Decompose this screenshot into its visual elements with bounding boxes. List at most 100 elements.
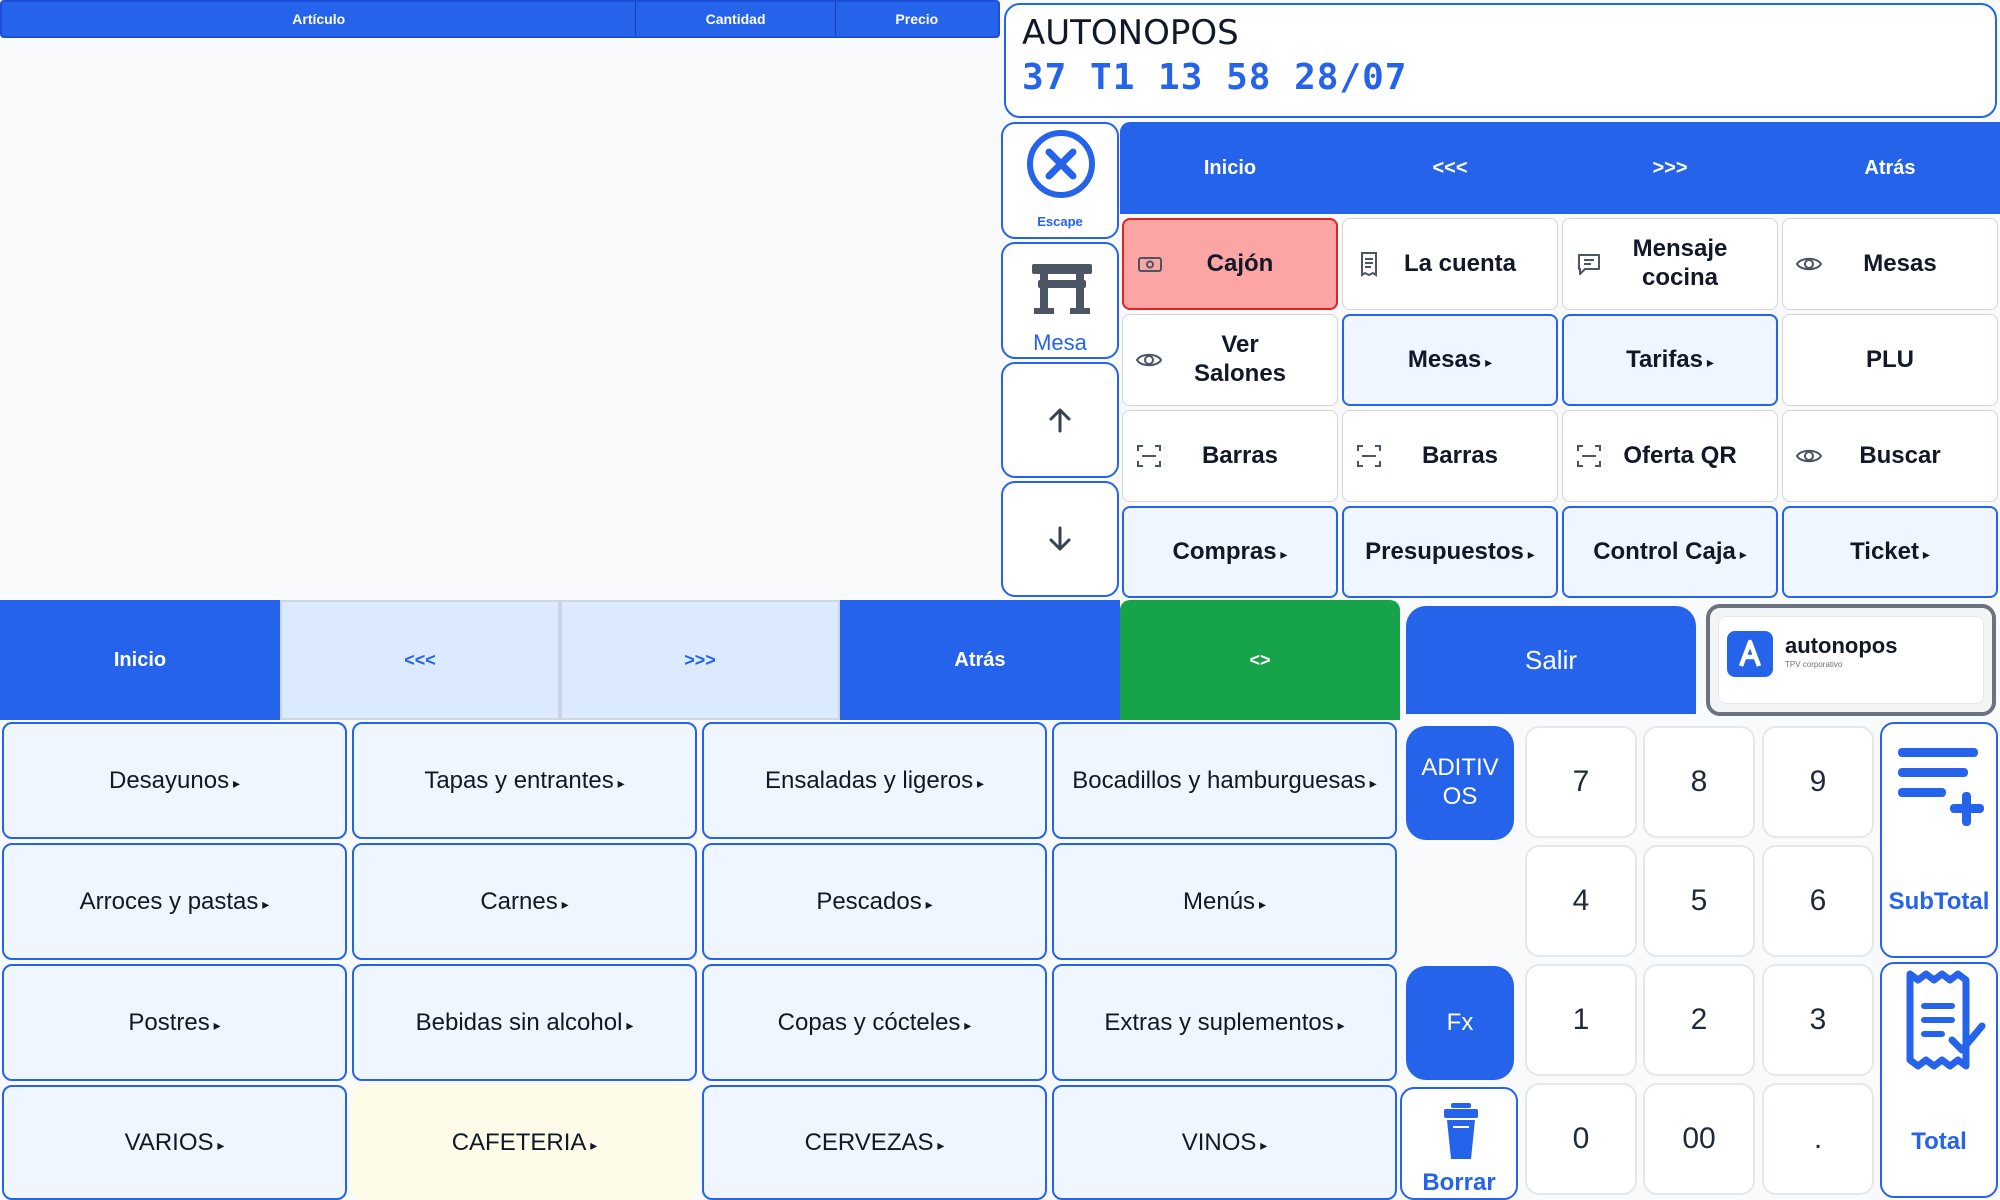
tarifas-submenu-button[interactable]: Tarifas — [1562, 314, 1778, 406]
table-icon — [1032, 264, 1092, 314]
order-table[interactable]: Artículo Cantidad Precio — [0, 0, 1000, 600]
escape-label: Escape — [1037, 214, 1083, 229]
oferta-qr-button[interactable]: Oferta QR — [1562, 410, 1778, 502]
borrar-button[interactable]: Borrar — [1400, 1087, 1518, 1200]
arrow-down-icon — [1049, 526, 1071, 551]
key-4[interactable]: 4 — [1525, 845, 1637, 957]
salir-button[interactable]: Salir — [1406, 606, 1696, 714]
nav-atras-button[interactable]: Atrás — [1780, 122, 2000, 214]
plu-button[interactable]: PLU — [1782, 314, 1998, 406]
escape-button[interactable]: Escape — [1001, 122, 1119, 239]
category-label: VARIOS — [125, 1129, 225, 1157]
key-9[interactable]: 9 — [1762, 726, 1874, 838]
nav-inicio-button[interactable]: Inicio — [1120, 122, 1340, 214]
key-1[interactable]: 1 — [1525, 964, 1637, 1076]
key-00[interactable]: 00 — [1643, 1083, 1755, 1195]
category-postres[interactable]: Postres — [2, 964, 347, 1081]
compras-submenu-button[interactable]: Compras — [1122, 506, 1338, 598]
category-menus[interactable]: Menús — [1052, 843, 1397, 960]
column-header-cantidad: Cantidad — [636, 2, 836, 36]
category-ensaladas[interactable]: Ensaladas y ligeros — [702, 722, 1047, 839]
key-2[interactable]: 2 — [1643, 964, 1755, 1076]
key-3[interactable]: 3 — [1762, 964, 1874, 1076]
category-label: Arroces y pastas — [80, 888, 270, 916]
category-pescados[interactable]: Pescados — [702, 843, 1047, 960]
barras-button-1[interactable]: Barras — [1122, 410, 1338, 502]
category-desayunos[interactable]: Desayunos — [2, 722, 347, 839]
mesa-label: Mesa — [1033, 330, 1087, 355]
category-label: Carnes — [480, 888, 568, 916]
category-label: CERVEZAS — [805, 1129, 945, 1157]
barcode-scan-icon — [1357, 445, 1381, 467]
mensaje-cocina-button[interactable]: Mensaje cocina — [1562, 218, 1778, 310]
subtotal-label: SubTotal — [1888, 888, 1990, 915]
tarifas-submenu-label: Tarifas — [1626, 346, 1714, 375]
nav-prev-button[interactable]: <<< — [1340, 122, 1560, 214]
category-arroces[interactable]: Arroces y pastas — [2, 843, 347, 960]
key-7[interactable]: 7 — [1525, 726, 1637, 838]
category-cafeteria[interactable]: CAFETERIA — [352, 1085, 697, 1200]
cat-nav-prev-button[interactable]: <<< — [280, 600, 560, 720]
mensaje-cocina-label: Mensaje cocina — [1632, 235, 1728, 291]
category-label: Bebidas sin alcohol — [416, 1009, 634, 1037]
mesa-button[interactable]: Mesa — [1001, 242, 1119, 359]
category-label: Pescados — [816, 888, 932, 916]
control-caja-submenu-button[interactable]: Control Caja — [1562, 506, 1778, 598]
total-receipt-icon — [1906, 970, 1986, 1070]
category-label: CAFETERIA — [452, 1129, 598, 1157]
fx-button[interactable]: Fx — [1406, 966, 1514, 1080]
nav-next-button[interactable]: >>> — [1560, 122, 1780, 214]
key-6[interactable]: 6 — [1762, 845, 1874, 957]
total-button[interactable]: Total — [1880, 962, 1998, 1198]
arrow-up-icon — [1049, 408, 1071, 433]
category-copas[interactable]: Copas y cócteles — [702, 964, 1047, 1081]
close-circle-icon — [1027, 130, 1095, 198]
compras-label: Compras — [1173, 538, 1288, 567]
message-icon — [1578, 254, 1600, 275]
key-decimal[interactable]: . — [1762, 1083, 1874, 1195]
aditivos-button[interactable]: ADITIV OS — [1406, 726, 1514, 840]
category-varios[interactable]: VARIOS — [2, 1085, 347, 1200]
cajon-button[interactable]: Cajón — [1122, 218, 1338, 310]
key-0[interactable]: 0 — [1525, 1083, 1637, 1195]
oferta-qr-label: Oferta QR — [1623, 441, 1737, 469]
cat-nav-inicio-button[interactable]: Inicio — [0, 600, 280, 720]
category-label: Tapas y entrantes — [424, 767, 624, 795]
cat-nav-atras-button[interactable]: Atrás — [840, 600, 1120, 720]
subtotal-button[interactable]: SubTotal — [1880, 722, 1998, 958]
category-vinos[interactable]: VINOS — [1052, 1085, 1397, 1200]
category-label: Menús — [1183, 888, 1266, 916]
logo-tagline: TPV corporativo — [1785, 660, 1843, 669]
key-8[interactable]: 8 — [1643, 726, 1755, 838]
barras-button-2[interactable]: Barras — [1342, 410, 1558, 502]
autonopos-logo-icon — [1727, 631, 1773, 677]
cat-nav-next-button[interactable]: >>> — [560, 600, 840, 720]
eye-icon — [1795, 257, 1823, 271]
borrar-label: Borrar — [1422, 1169, 1496, 1196]
category-label: Extras y suplementos — [1104, 1009, 1344, 1037]
scroll-down-button[interactable] — [1001, 481, 1119, 597]
category-bocadillos[interactable]: Bocadillos y hamburguesas — [1052, 722, 1397, 839]
category-label: Ensaladas y ligeros — [765, 767, 984, 795]
category-carnes[interactable]: Carnes — [352, 843, 697, 960]
mesas-submenu-button[interactable]: Mesas — [1342, 314, 1558, 406]
la-cuenta-button[interactable]: La cuenta — [1342, 218, 1558, 310]
category-extras[interactable]: Extras y suplementos — [1052, 964, 1397, 1081]
total-label: Total — [1911, 1128, 1967, 1155]
key-5[interactable]: 5 — [1643, 845, 1755, 957]
toggle-view-button[interactable]: <> — [1120, 600, 1400, 720]
cash-icon — [1138, 257, 1162, 272]
presupuestos-submenu-button[interactable]: Presupuestos — [1342, 506, 1558, 598]
category-bebidas[interactable]: Bebidas sin alcohol — [352, 964, 697, 1081]
buscar-button[interactable]: Buscar — [1782, 410, 1998, 502]
category-cervezas[interactable]: CERVEZAS — [702, 1085, 1047, 1200]
column-header-precio: Precio — [895, 11, 939, 27]
category-tapas[interactable]: Tapas y entrantes — [352, 722, 697, 839]
mesas-view-button[interactable]: Mesas — [1782, 218, 1998, 310]
scroll-up-button[interactable] — [1001, 362, 1119, 478]
ticket-submenu-button[interactable]: Ticket — [1782, 506, 1998, 598]
logo-card: autonopos TPV corporativo — [1706, 604, 1996, 716]
ver-salones-button[interactable]: Ver Salones — [1122, 314, 1338, 406]
customer-display: AUTONOPOS 37 T1 13 58 28/07 — [1004, 3, 1997, 118]
barras-label-1: Barras — [1201, 441, 1279, 469]
